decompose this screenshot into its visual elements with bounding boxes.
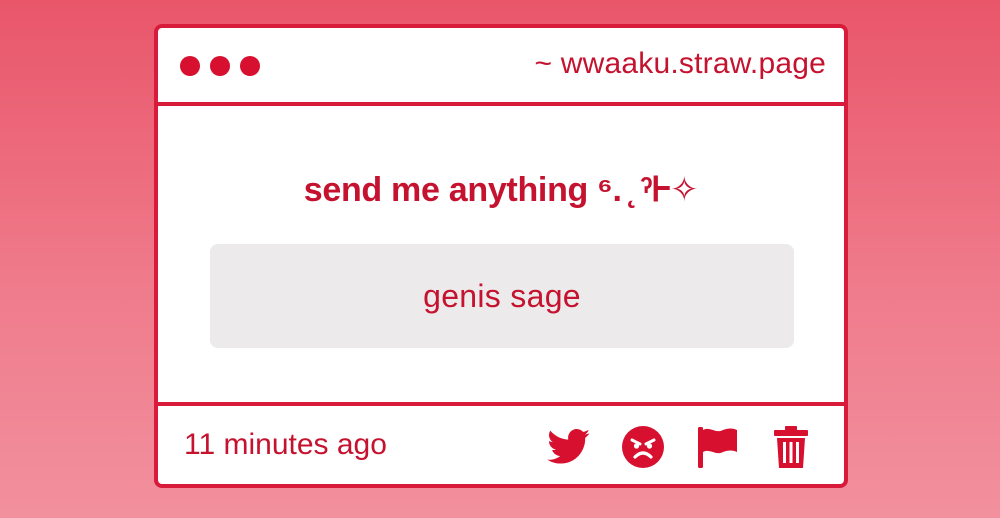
angry-face-icon (622, 426, 664, 468)
twitter-icon (547, 429, 590, 464)
window-dot-3 (240, 56, 260, 76)
card-content: send me anything ⁶. ̨ ˀᎰ✧ genis sage (158, 106, 844, 402)
timestamp: 11 minutes ago (184, 428, 387, 461)
prompt-heading: send me anything ⁶. ̨ ˀᎰ✧ (303, 171, 699, 209)
flag-icon (698, 427, 737, 468)
delete-button[interactable] (768, 424, 814, 470)
message-text: genis sage (423, 277, 581, 314)
page-url[interactable]: ~ wwaaku.straw.page (535, 47, 826, 81)
message-box: genis sage (210, 244, 794, 348)
window-titlebar: ~ wwaaku.straw.page (158, 28, 844, 106)
window-dot-1 (180, 56, 200, 76)
twitter-share-button[interactable] (546, 424, 592, 470)
action-bar (546, 424, 814, 470)
window-dot-2 (210, 56, 230, 76)
react-button[interactable] (620, 424, 666, 470)
trash-icon (774, 426, 808, 468)
report-button[interactable] (694, 424, 740, 470)
card-footer: 11 minutes ago (158, 402, 844, 484)
message-card: ~ wwaaku.straw.page send me anything ⁶. … (154, 24, 848, 488)
